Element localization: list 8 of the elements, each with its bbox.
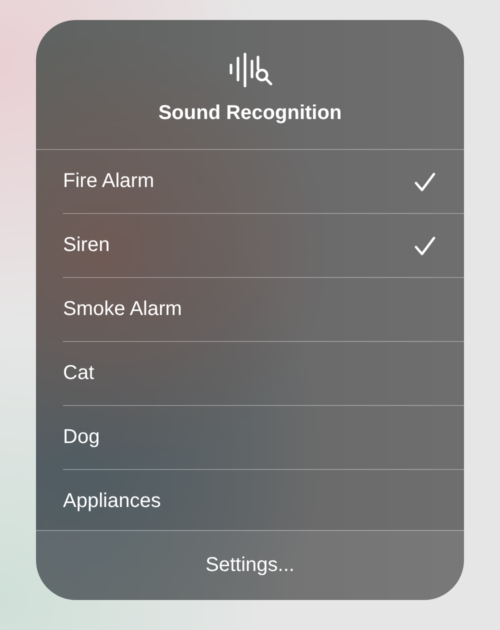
menu-title: Sound Recognition (158, 102, 342, 125)
sound-option[interactable]: Dog (63, 406, 464, 470)
sound-option[interactable]: Cat (63, 342, 464, 406)
settings-button[interactable]: Settings... (36, 530, 464, 600)
sound-option[interactable]: Fire Alarm (63, 150, 464, 214)
sound-option[interactable]: Appliances (63, 470, 464, 530)
sound-option[interactable]: Smoke Alarm (63, 278, 464, 342)
sound-option[interactable]: Siren (63, 214, 464, 278)
